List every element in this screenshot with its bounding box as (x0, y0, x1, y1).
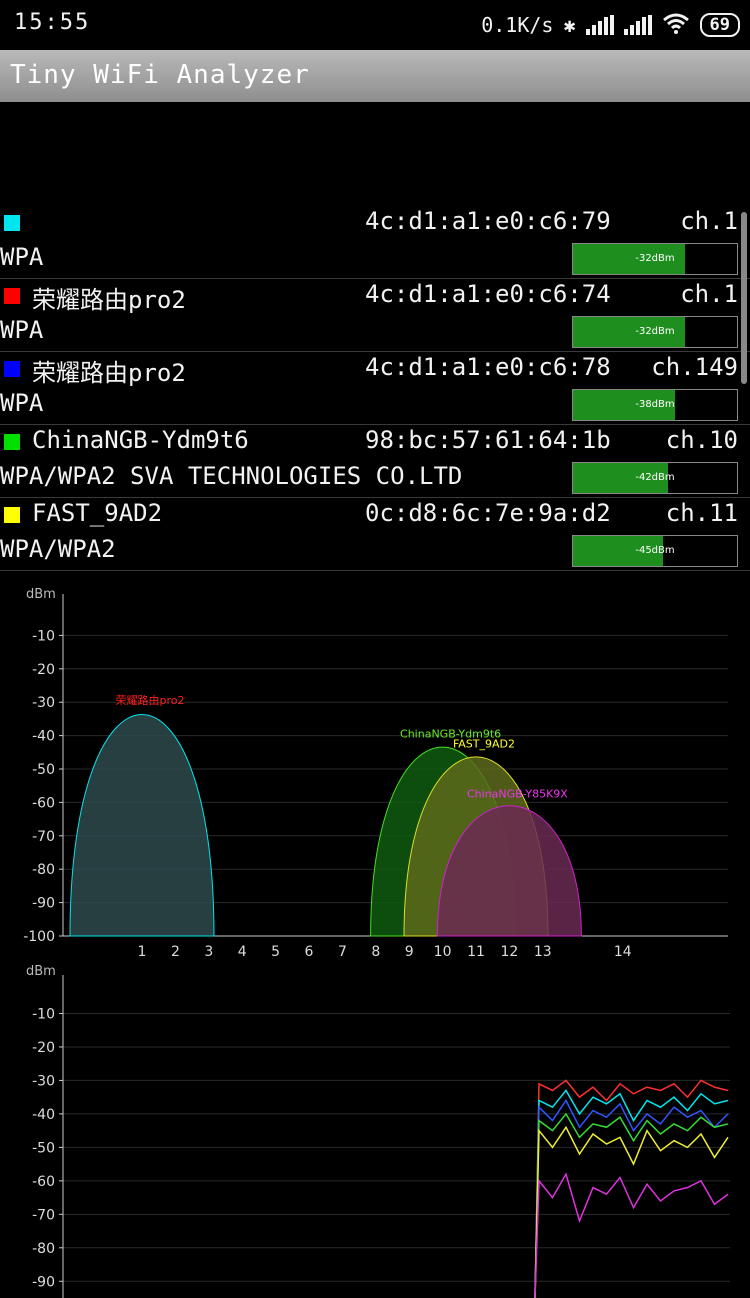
y-tick-label: -20 (32, 1040, 55, 1056)
network-row[interactable]: FAST_9AD2 0c:d8:6c:7e:9a:d2 ch.11 WPA/WP… (0, 497, 750, 571)
network-color-swatch (4, 288, 20, 304)
y-tick-label: -60 (32, 795, 55, 811)
y-tick-label: -40 (32, 1107, 55, 1123)
signal-history-line (534, 1079, 729, 1298)
signal-level: -42dBm (635, 472, 675, 483)
network-color-swatch (4, 434, 20, 450)
network-security: WPA (0, 243, 44, 271)
status-time: 15:55 (14, 10, 91, 35)
network-channel: ch.10 (665, 426, 738, 454)
x-tick-label: 4 (238, 944, 247, 960)
signal-history-line (534, 1172, 729, 1298)
x-tick-label: 5 (271, 944, 280, 960)
network-mac: 98:bc:57:61:64:1b (365, 426, 611, 454)
network-mac: 4c:d1:a1:e0:c6:78 (365, 353, 611, 381)
x-tick-label: 8 (371, 944, 380, 960)
x-tick-label: 2 (171, 944, 180, 960)
y-tick-label: -10 (32, 628, 55, 644)
network-color-swatch (4, 361, 20, 377)
app-bar: Tiny WiFi Analyzer (0, 50, 750, 102)
y-tick-label: -70 (32, 829, 55, 845)
signal-level: -38dBm (635, 399, 675, 410)
network-row[interactable]: 荣耀路由pro2 4c:d1:a1:e0:c6:78 ch.149 WPA -3… (0, 351, 750, 425)
network-ssid: FAST_9AD2 (32, 499, 163, 527)
y-tick-label: -20 (32, 662, 55, 678)
wifi-icon (662, 12, 690, 39)
signal-meter: -45dBm (572, 535, 738, 567)
y-tick-label: -10 (32, 1006, 55, 1022)
network-channel: ch.1 (680, 280, 738, 308)
y-tick-label: -80 (32, 1241, 55, 1257)
x-tick-label: 3 (204, 944, 213, 960)
network-mac: 4c:d1:a1:e0:c6:74 (365, 280, 611, 308)
x-tick-label: 1 (138, 944, 147, 960)
network-color-swatch (4, 215, 20, 231)
signal-curve-label: ChinaNGB-Y85K9X (467, 787, 568, 800)
y-tick-label: -90 (32, 1274, 55, 1290)
network-color-swatch (4, 507, 20, 523)
signal-history-line (534, 1112, 729, 1298)
x-tick-label: 13 (534, 944, 552, 960)
network-row[interactable]: 4c:d1:a1:e0:c6:79 ch.1 WPA -32dBm (0, 205, 750, 279)
y-tick-label: -40 (32, 729, 55, 745)
signal-curve (69, 714, 215, 937)
y-tick-label: -30 (32, 1073, 55, 1089)
network-ssid: 荣耀路由pro2 (32, 286, 186, 314)
y-tick-label: -60 (32, 1174, 55, 1190)
network-channel: ch.149 (651, 353, 738, 381)
signal-curve-label: FAST_9AD2 (453, 737, 515, 750)
signal-meter: -42dBm (572, 462, 738, 494)
network-ssid: 荣耀路由pro2 (32, 359, 186, 387)
signal-meter: -32dBm (572, 316, 738, 348)
y-tick-label: -50 (32, 1140, 55, 1156)
y-tick-label: -50 (32, 762, 55, 778)
x-tick-label: 10 (434, 944, 452, 960)
network-speed: 0.1K/s (481, 13, 554, 37)
x-tick-label: 14 (614, 944, 632, 960)
y-tick-label: -30 (32, 695, 55, 711)
cell-signal-icon (585, 15, 614, 35)
bluetooth-icon: ✱ (563, 13, 576, 37)
signal-meter: -32dBm (572, 243, 738, 275)
time-graph: dBm -10 -20 -30 -40 -50 -60 -70 -80 -90 (26, 964, 730, 1298)
status-icons: 0.1K/s ✱ 69 (481, 8, 740, 42)
channel-graph: dBm-10-20-30-40-50-60-70-80-90-1001 2 3 4 5 6… (23, 587, 728, 960)
network-security: WPA (0, 316, 44, 344)
x-tick-label: 11 (467, 944, 485, 960)
cell-signal-2-icon (623, 15, 652, 35)
signal-meter: -38dBm (572, 389, 738, 421)
y-tick-label: -90 (32, 896, 55, 912)
signal-history-line (534, 1089, 729, 1298)
network-channel: ch.11 (665, 499, 738, 527)
y-axis-label: dBm (26, 587, 56, 602)
network-mac: 0c:d8:6c:7e:9a:d2 (365, 499, 611, 527)
list-scrollbar[interactable] (741, 212, 747, 384)
battery-icon: 69 (699, 13, 740, 37)
x-tick-label: 9 (405, 944, 414, 960)
network-list[interactable]: 4c:d1:a1:e0:c6:79 ch.1 WPA -32dBm 荣耀路由pr… (0, 205, 750, 573)
x-tick-label: 12 (500, 944, 518, 960)
network-security: WPA (0, 389, 44, 417)
network-security: WPA/WPA2 SVA TECHNOLOGIES CO.LTD (0, 462, 463, 490)
signal-level: -32dBm (635, 326, 675, 337)
y-tick-label: -100 (23, 929, 55, 945)
y-tick-label: -70 (32, 1207, 55, 1223)
signal-level: -45dBm (635, 545, 675, 556)
signal-level: -32dBm (635, 253, 675, 264)
status-bar: 15:55 0.1K/s ✱ 69 (0, 0, 750, 50)
network-row[interactable]: 荣耀路由pro2 4c:d1:a1:e0:c6:74 ch.1 WPA -32d… (0, 278, 750, 352)
signal-curve-label: 荣耀路由pro2 (116, 693, 185, 707)
network-ssid: ChinaNGB-Ydm9t6 (32, 426, 249, 454)
y-axis-label: dBm (26, 964, 56, 979)
app-title: Tiny WiFi Analyzer (10, 60, 310, 90)
network-row[interactable]: ChinaNGB-Ydm9t6 98:bc:57:61:64:1b ch.10 … (0, 424, 750, 498)
network-security: WPA/WPA2 (0, 535, 116, 563)
network-mac: 4c:d1:a1:e0:c6:79 (365, 207, 611, 235)
x-tick-label: 6 (305, 944, 314, 960)
signal-history-line (534, 1125, 729, 1298)
x-tick-label: 7 (338, 944, 347, 960)
y-tick-label: -80 (32, 862, 55, 878)
network-channel: ch.1 (680, 207, 738, 235)
